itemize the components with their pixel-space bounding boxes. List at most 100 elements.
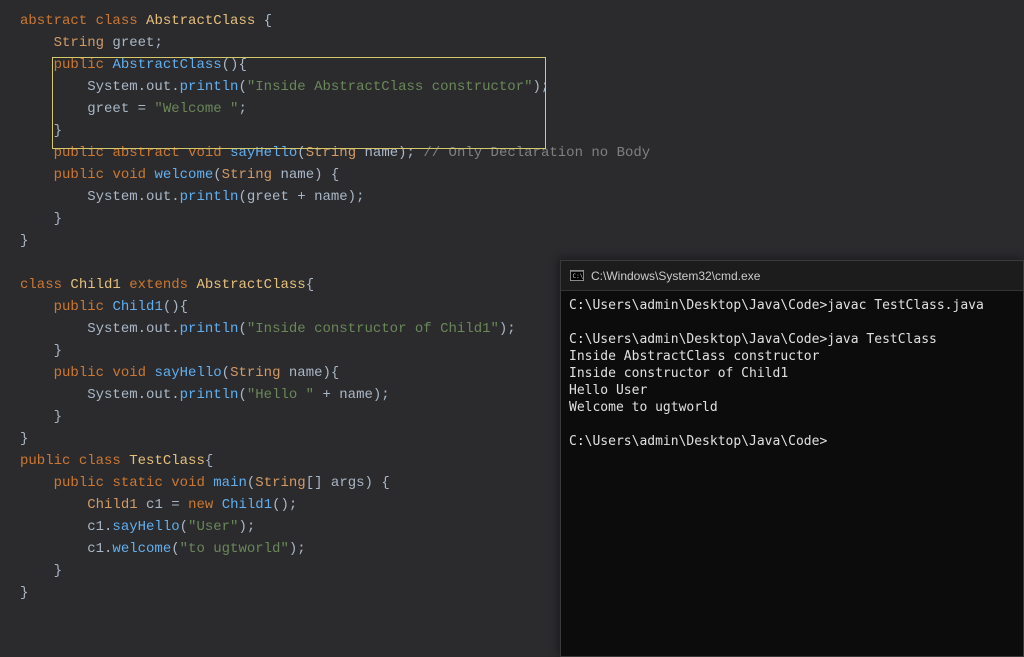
code-token: + name); [314,387,390,403]
code-token: String [54,35,104,51]
code-token [121,453,129,469]
code-token: public [54,145,104,161]
terminal-line: Inside constructor of Child1 [569,365,1015,382]
code-token: System.out. [20,79,180,95]
code-token [20,497,87,513]
terminal-body[interactable]: C:\Users\admin\Desktop\Java\Code>javac T… [561,291,1023,656]
code-token: sayHello [154,365,221,381]
code-token: public [54,299,104,315]
code-token: ); [289,541,306,557]
code-token: ( [222,365,230,381]
code-token: ( [238,387,246,403]
code-token: println [180,79,239,95]
code-token [20,255,28,271]
terminal-window[interactable]: C:\ C:\Windows\System32\cmd.exe C:\Users… [560,260,1024,657]
code-token: Child1 [87,497,137,513]
code-line: } [20,120,1004,142]
code-token [222,145,230,161]
code-token: ); [499,321,516,337]
cmd-icon: C:\ [569,268,585,284]
code-token: static [112,475,162,491]
code-token: println [180,321,239,337]
code-token: Child1 [222,497,272,513]
terminal-titlebar[interactable]: C:\ C:\Windows\System32\cmd.exe [561,261,1023,291]
code-token: "Inside constructor of Child1" [247,321,499,337]
code-token: ( [171,541,179,557]
code-token: // Only Declaration no Body [423,145,650,161]
code-token: class [96,13,138,29]
code-token: (){ [163,299,188,315]
code-token: } [20,431,28,447]
code-token: { [255,13,272,29]
terminal-line: C:\Users\admin\Desktop\Java\Code>javac T… [569,297,1015,314]
code-token: [] args) { [306,475,390,491]
code-line: } [20,230,1004,252]
code-token: } [20,343,62,359]
code-token: ( [180,519,188,535]
terminal-line: Hello User [569,382,1015,399]
code-token: public [54,475,104,491]
code-token [20,57,54,73]
code-token: TestClass [129,453,205,469]
code-token: greet; [104,35,163,51]
code-token: AbstractClass [196,277,305,293]
code-token: welcome [154,167,213,183]
code-token: (); [272,497,297,513]
code-token: } [20,409,62,425]
code-token: name){ [281,365,340,381]
code-token: String [255,475,305,491]
code-token: Child1 [70,277,120,293]
code-token: sayHello [230,145,297,161]
terminal-title: C:\Windows\System32\cmd.exe [591,269,760,283]
code-line: System.out.println(greet + name); [20,186,1004,208]
code-token: ; [238,101,246,117]
code-token: AbstractClass [112,57,221,73]
code-token [20,365,54,381]
code-token: sayHello [112,519,179,535]
code-token [180,145,188,161]
code-token: new [188,497,213,513]
code-token: println [180,387,239,403]
code-token: extends [129,277,188,293]
code-line: } [20,208,1004,230]
code-token [20,145,54,161]
code-token: println [180,189,239,205]
terminal-line [569,416,1015,433]
code-token: public [20,453,70,469]
code-token: void [112,167,146,183]
code-token: String [230,365,280,381]
code-token [20,167,54,183]
code-token: ( [213,167,221,183]
code-token [20,299,54,315]
code-token: ); [533,79,550,95]
code-token: "Hello " [247,387,314,403]
code-token: AbstractClass [146,13,255,29]
terminal-line: C:\Users\admin\Desktop\Java\Code>java Te… [569,331,1015,348]
code-token [87,13,95,29]
code-token [213,497,221,513]
code-token [20,35,54,51]
code-token [138,13,146,29]
code-token: "Welcome " [154,101,238,117]
code-token: } [20,563,62,579]
code-token: void [171,475,205,491]
code-token: "to ugtworld" [180,541,289,557]
code-token: greet = [20,101,154,117]
code-line: String greet; [20,32,1004,54]
code-token [121,277,129,293]
terminal-line: Welcome to ugtworld [569,399,1015,416]
code-token: } [20,123,62,139]
code-token: void [112,365,146,381]
code-token: System.out. [20,189,180,205]
code-token: } [20,233,28,249]
code-token: "Inside AbstractClass constructor" [247,79,533,95]
code-token: } [20,211,62,227]
terminal-line: C:\Users\admin\Desktop\Java\Code> [569,433,1015,450]
code-token: ( [238,321,246,337]
code-token: name); [356,145,415,161]
code-token [163,475,171,491]
code-token: class [20,277,62,293]
code-token: main [213,475,247,491]
code-token: class [79,453,121,469]
code-line: greet = "Welcome "; [20,98,1004,120]
